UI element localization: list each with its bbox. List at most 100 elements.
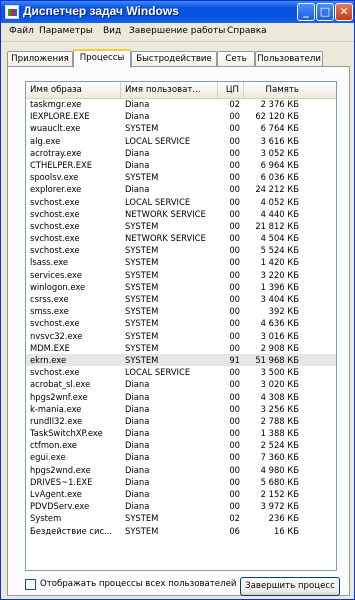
process-name-cell: svchost.exe bbox=[30, 318, 80, 329]
menu-help[interactable]: Справка bbox=[227, 26, 267, 36]
table-row[interactable]: nvsvc32.exe SYSTEM 00 3 016 КБ bbox=[26, 330, 336, 342]
process-memory-cell: 21 812 КБ bbox=[255, 220, 299, 231]
process-cpu-cell: 00 bbox=[229, 379, 240, 390]
tab-applications[interactable]: Приложения bbox=[7, 51, 73, 67]
process-user-cell: SYSTEM bbox=[125, 330, 159, 341]
table-row[interactable]: hpgs2wnd.exe Diana 00 4 980 КБ bbox=[26, 464, 336, 476]
process-memory-cell: 4 308 КБ bbox=[260, 391, 299, 402]
process-user-cell: Diana bbox=[125, 501, 150, 512]
table-row[interactable]: svchost.exe SYSTEM 00 5 524 КБ bbox=[26, 244, 336, 256]
menu-file[interactable]: Файл bbox=[9, 26, 34, 36]
window-title: Диспетчер задач Windows bbox=[23, 4, 179, 18]
process-user-cell: SYSTEM bbox=[125, 342, 159, 353]
table-row[interactable]: LvAgent.exe Diana 00 2 152 КБ bbox=[26, 488, 336, 500]
table-row[interactable]: ekrn.exe SYSTEM 91 51 968 КБ bbox=[26, 353, 336, 367]
process-memory-cell: 236 КБ bbox=[268, 513, 299, 524]
table-row[interactable]: CTHELPER.EXE Diana 00 6 964 КБ bbox=[26, 159, 336, 171]
process-cpu-cell: 02 bbox=[229, 99, 240, 109]
process-cpu-cell: 00 bbox=[229, 147, 240, 158]
table-row[interactable]: PDVDServ.exe Diana 00 3 972 КБ bbox=[26, 500, 336, 512]
table-row[interactable]: svchost.exe NETWORK SERVICE 00 4 440 КБ bbox=[26, 208, 336, 220]
table-row[interactable]: svchost.exe SYSTEM 00 4 636 КБ bbox=[26, 317, 336, 329]
table-row[interactable]: System SYSTEM 02 236 КБ bbox=[26, 512, 336, 524]
table-row[interactable]: alg.exe LOCAL SERVICE 00 3 616 КБ bbox=[26, 135, 336, 147]
table-row[interactable]: services.exe SYSTEM 00 3 220 КБ bbox=[26, 269, 336, 281]
table-row[interactable]: MDM.EXE SYSTEM 00 2 908 КБ bbox=[26, 342, 336, 354]
process-name-cell: ekrn.exe bbox=[30, 354, 67, 365]
tab-users[interactable]: Пользователи bbox=[255, 51, 323, 67]
process-cpu-cell: 00 bbox=[229, 330, 240, 341]
process-cpu-cell: 00 bbox=[229, 159, 240, 170]
table-row[interactable]: ctfmon.exe Diana 00 2 524 КБ bbox=[26, 439, 336, 451]
table-row[interactable]: svchost.exe LOCAL SERVICE 00 3 500 КБ bbox=[26, 366, 336, 378]
process-name-cell: explorer.exe bbox=[30, 184, 82, 195]
tab-performance[interactable]: Быстродействие bbox=[131, 51, 217, 67]
process-name-cell: rundll32.exe bbox=[30, 415, 83, 426]
table-row[interactable]: Бездействие сис... SYSTEM 06 16 КБ bbox=[26, 525, 336, 537]
process-name-cell: TaskSwitchXP.exe bbox=[30, 428, 103, 439]
show-all-users-checkbox[interactable] bbox=[25, 579, 36, 590]
maximize-button[interactable]: □ bbox=[316, 3, 334, 21]
column-user-name[interactable]: Имя пользоват... bbox=[121, 82, 218, 98]
tab-network[interactable]: Сеть bbox=[217, 51, 255, 67]
table-row[interactable]: svchost.exe NETWORK SERVICE 00 4 504 КБ bbox=[26, 232, 336, 244]
tab-processes[interactable]: Процессы bbox=[73, 49, 131, 68]
table-row[interactable]: TaskSwitchXP.exe Diana 00 1 388 КБ bbox=[26, 427, 336, 439]
menu-view[interactable]: Вид bbox=[103, 26, 121, 36]
menu-shutdown[interactable]: Завершение работы bbox=[129, 26, 225, 36]
process-user-cell: LOCAL SERVICE bbox=[125, 367, 191, 378]
process-name-cell: System bbox=[30, 513, 62, 524]
process-memory-cell: 51 968 КБ bbox=[255, 354, 299, 365]
column-cpu[interactable]: ЦП bbox=[218, 82, 244, 98]
table-row[interactable]: k-mania.exe Diana 00 3 256 КБ bbox=[26, 403, 336, 415]
process-memory-cell: 392 КБ bbox=[268, 306, 299, 317]
close-button[interactable]: ✕ bbox=[335, 3, 353, 21]
process-memory-cell: 3 052 КБ bbox=[260, 147, 299, 158]
table-row[interactable]: IEXPLORE.EXE Diana 00 62 120 КБ bbox=[26, 110, 336, 122]
title-bar[interactable]: Диспетчер задач Windows _ □ ✕ bbox=[1, 1, 354, 23]
table-row[interactable]: lsass.exe SYSTEM 00 1 420 КБ bbox=[26, 256, 336, 268]
table-row[interactable]: smss.exe SYSTEM 00 392 КБ bbox=[26, 305, 336, 317]
table-row[interactable]: csrss.exe SYSTEM 00 3 404 КБ bbox=[26, 293, 336, 305]
table-row[interactable]: spoolsv.exe SYSTEM 00 6 036 КБ bbox=[26, 171, 336, 183]
process-cpu-cell: 00 bbox=[229, 476, 240, 487]
table-row[interactable]: wuauclt.exe SYSTEM 00 6 764 КБ bbox=[26, 122, 336, 134]
table-row[interactable]: hpgs2wnf.exe Diana 00 4 308 КБ bbox=[26, 391, 336, 403]
process-user-cell: Diana bbox=[125, 415, 150, 426]
show-all-users-label: Отображать процессы всех пользователей bbox=[40, 579, 237, 589]
menu-options[interactable]: Параметры bbox=[39, 26, 93, 36]
table-row[interactable]: rundll32.exe Diana 00 2 788 КБ bbox=[26, 415, 336, 427]
process-cpu-cell: 00 bbox=[229, 342, 240, 353]
end-process-button[interactable]: Завершить процесс bbox=[240, 577, 340, 596]
process-user-cell: LOCAL SERVICE bbox=[125, 196, 191, 207]
process-memory-cell: 5 680 КБ bbox=[260, 476, 299, 487]
process-list[interactable]: Имя образа Имя пользоват... ЦП Память ta… bbox=[25, 81, 337, 571]
process-name-cell: csrss.exe bbox=[30, 294, 69, 304]
process-cpu-cell: 00 bbox=[229, 318, 240, 329]
process-rows: taskmgr.exe Diana 02 2 376 КБ IEXPLORE.EXE Di… bbox=[26, 98, 336, 537]
process-cpu-cell: 00 bbox=[229, 123, 240, 134]
process-memory-cell: 3 500 КБ bbox=[260, 367, 299, 378]
column-memory[interactable]: Память bbox=[244, 82, 303, 98]
table-row[interactable]: DRIVES~1.EXE Diana 00 5 680 КБ bbox=[26, 476, 336, 488]
process-cpu-cell: 00 bbox=[229, 135, 240, 146]
table-row[interactable]: taskmgr.exe Diana 02 2 376 КБ bbox=[26, 98, 336, 110]
column-image-name[interactable]: Имя образа bbox=[26, 82, 121, 98]
process-name-cell: Бездействие сис... bbox=[30, 525, 113, 536]
table-row[interactable]: acrotray.exe Diana 00 3 052 КБ bbox=[26, 147, 336, 159]
process-user-cell: Diana bbox=[125, 476, 150, 487]
table-row[interactable]: svchost.exe LOCAL SERVICE 00 4 052 КБ bbox=[26, 196, 336, 208]
process-memory-cell: 7 360 КБ bbox=[260, 452, 299, 463]
table-row[interactable]: explorer.exe Diana 00 24 212 КБ bbox=[26, 183, 336, 195]
table-row[interactable]: svchost.exe SYSTEM 00 21 812 КБ bbox=[26, 220, 336, 232]
menu-bar: Файл Параметры Вид Завершение работы Спр… bbox=[1, 23, 354, 42]
minimize-button[interactable]: _ bbox=[297, 3, 315, 21]
table-row[interactable]: acrobat_sl.exe Diana 00 3 020 КБ bbox=[26, 378, 336, 390]
process-user-cell: Diana bbox=[125, 391, 150, 402]
process-cpu-cell: 00 bbox=[229, 452, 240, 463]
table-row[interactable]: winlogon.exe SYSTEM 00 1 396 КБ bbox=[26, 281, 336, 293]
process-user-cell: Diana bbox=[125, 428, 150, 439]
process-cpu-cell: 00 bbox=[229, 415, 240, 426]
process-user-cell: Diana bbox=[125, 111, 150, 122]
table-row[interactable]: egui.exe Diana 00 7 360 КБ bbox=[26, 451, 336, 463]
